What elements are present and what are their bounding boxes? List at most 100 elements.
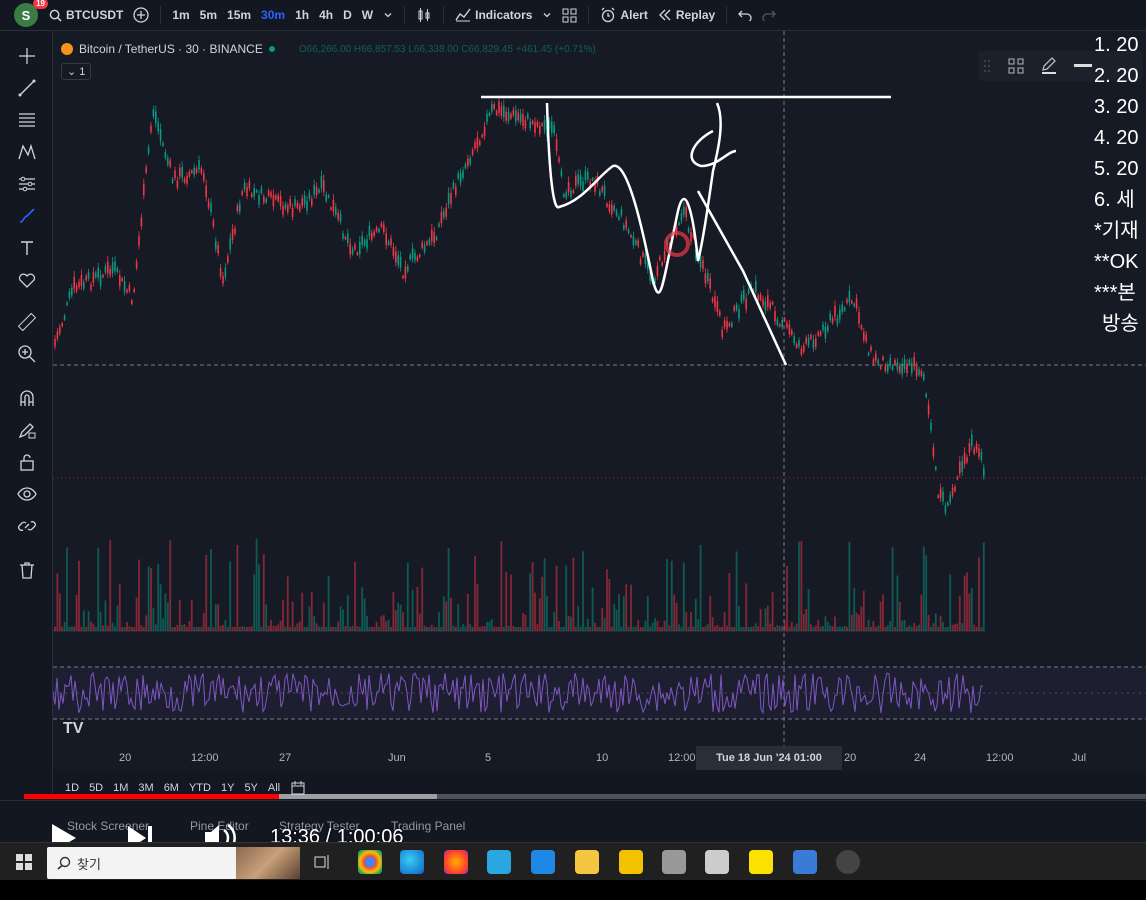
- symbol-search-button[interactable]: BTCUSDT: [49, 8, 123, 22]
- range-ytd[interactable]: YTD: [189, 782, 211, 794]
- interval-w[interactable]: W: [362, 8, 373, 22]
- calculator-icon[interactable]: [705, 850, 729, 874]
- link-tool[interactable]: [14, 513, 40, 539]
- interval-d[interactable]: D: [343, 8, 352, 22]
- undo-button[interactable]: [738, 9, 752, 21]
- volume-bar: [846, 626, 848, 631]
- range-1y[interactable]: 1Y: [221, 782, 234, 794]
- redo-button[interactable]: [762, 9, 777, 21]
- internet-explorer-icon[interactable]: [531, 850, 555, 874]
- alert-button[interactable]: Alert: [600, 7, 648, 23]
- range-6m[interactable]: 6M: [164, 782, 179, 794]
- obs-icon[interactable]: [836, 850, 860, 874]
- app-bird-icon[interactable]: [487, 850, 511, 874]
- volume-bar: [404, 626, 407, 631]
- stay-drawing-tool[interactable]: [14, 417, 40, 443]
- taskbar-search[interactable]: 찾기: [47, 847, 300, 879]
- fib-tool[interactable]: [14, 107, 40, 133]
- volume-bar: [226, 626, 229, 631]
- task-view-icon[interactable]: [314, 854, 330, 870]
- range-1m[interactable]: 1M: [113, 782, 128, 794]
- volume-bar: [920, 594, 923, 631]
- interval-5m[interactable]: 5m: [200, 8, 217, 22]
- volume-bar: [85, 626, 88, 631]
- app-window-icon[interactable]: [793, 850, 817, 874]
- text-tool[interactable]: [14, 235, 40, 261]
- brush-tool[interactable]: [14, 203, 40, 229]
- user-avatar[interactable]: S 19: [14, 0, 48, 27]
- crosshair-tool[interactable]: [14, 43, 40, 69]
- prediction-tool[interactable]: [14, 171, 40, 197]
- lock-drawings-tool[interactable]: [14, 449, 40, 475]
- kakaotalk-icon[interactable]: [749, 850, 773, 874]
- layout-button[interactable]: [562, 8, 577, 23]
- volume-bar: [925, 555, 928, 631]
- remove-drawings-tool[interactable]: [14, 557, 40, 583]
- interval-dropdown[interactable]: [383, 10, 393, 20]
- volume-bar: [618, 594, 620, 631]
- zoom-tool[interactable]: [14, 341, 40, 367]
- file-explorer-icon[interactable]: [575, 850, 599, 874]
- interval-30m[interactable]: 30m: [261, 8, 285, 22]
- candle-body: [798, 340, 800, 347]
- volume-bar: [445, 601, 448, 631]
- indicators-button[interactable]: Indicators: [455, 8, 532, 22]
- volume-bar: [222, 624, 224, 631]
- plus-circle-icon: [133, 7, 149, 23]
- range-all[interactable]: All: [268, 782, 280, 794]
- candle-body: [272, 194, 275, 207]
- firefox-icon[interactable]: [444, 850, 468, 874]
- drawn-scribble: [545, 102, 722, 294]
- chart-area[interactable]: TV Bitcoin / TetherUS · 30 · BINANCE O66…: [53, 31, 1146, 771]
- chart-type-button[interactable]: [416, 7, 432, 23]
- volume-bar: [291, 601, 294, 631]
- drag-handle-icon[interactable]: [984, 59, 990, 73]
- line-width-icon[interactable]: [1074, 64, 1092, 68]
- hide-drawings-tool[interactable]: [14, 481, 40, 507]
- favorites-tool[interactable]: [14, 267, 40, 293]
- volume-bar: [874, 627, 877, 631]
- volume-bar: [942, 621, 944, 631]
- screen-bottom-edge: [0, 880, 1146, 900]
- range-5y[interactable]: 5Y: [244, 782, 257, 794]
- video-progress-bar[interactable]: [24, 794, 1146, 799]
- range-1d[interactable]: 1D: [65, 782, 79, 794]
- windows-start-icon[interactable]: [16, 854, 32, 870]
- app-cloud-icon[interactable]: [662, 850, 686, 874]
- volume-bar: [277, 624, 280, 631]
- volume-bar: [522, 612, 524, 631]
- interval-15m[interactable]: 15m: [227, 8, 251, 22]
- candle-body: [193, 167, 195, 176]
- candle-body: [954, 486, 956, 492]
- range-5d[interactable]: 5D: [89, 782, 103, 794]
- pattern-tool[interactable]: [14, 139, 40, 165]
- range-3m[interactable]: 3M: [138, 782, 153, 794]
- candle-body: [923, 373, 925, 380]
- time-axis[interactable]: 20 12:00 27 Jun 5 10 12:00 20 24 12:00 J…: [53, 745, 1146, 771]
- interval-4h[interactable]: 4h: [319, 8, 333, 22]
- indicator-collapse-button[interactable]: ⌄ 1: [61, 63, 92, 80]
- replay-button[interactable]: Replay: [658, 8, 715, 22]
- candle-body: [107, 261, 109, 274]
- measure-tool[interactable]: [14, 309, 40, 335]
- candle-body: [284, 203, 287, 209]
- pencil-icon[interactable]: [1040, 56, 1058, 74]
- indicators-dropdown[interactable]: [542, 10, 552, 20]
- candle-body: [164, 151, 167, 159]
- volume-bar: [157, 563, 160, 631]
- chrome-icon[interactable]: [358, 850, 382, 874]
- trash-icon: [20, 562, 34, 579]
- candle-body: [879, 365, 882, 369]
- interval-1h[interactable]: 1h: [295, 8, 309, 22]
- trendline-tool[interactable]: [14, 75, 40, 101]
- interval-1m[interactable]: 1m: [172, 8, 189, 22]
- compare-button[interactable]: [133, 7, 149, 23]
- template-icon[interactable]: [1008, 58, 1024, 74]
- sticky-notes-icon[interactable]: [619, 850, 643, 874]
- volume-bar: [306, 626, 308, 631]
- magnet-tool[interactable]: [14, 385, 40, 411]
- candle-body: [354, 244, 356, 250]
- edge-icon[interactable]: [400, 850, 424, 874]
- candle-body: [227, 256, 229, 263]
- volume-bar: [399, 604, 402, 631]
